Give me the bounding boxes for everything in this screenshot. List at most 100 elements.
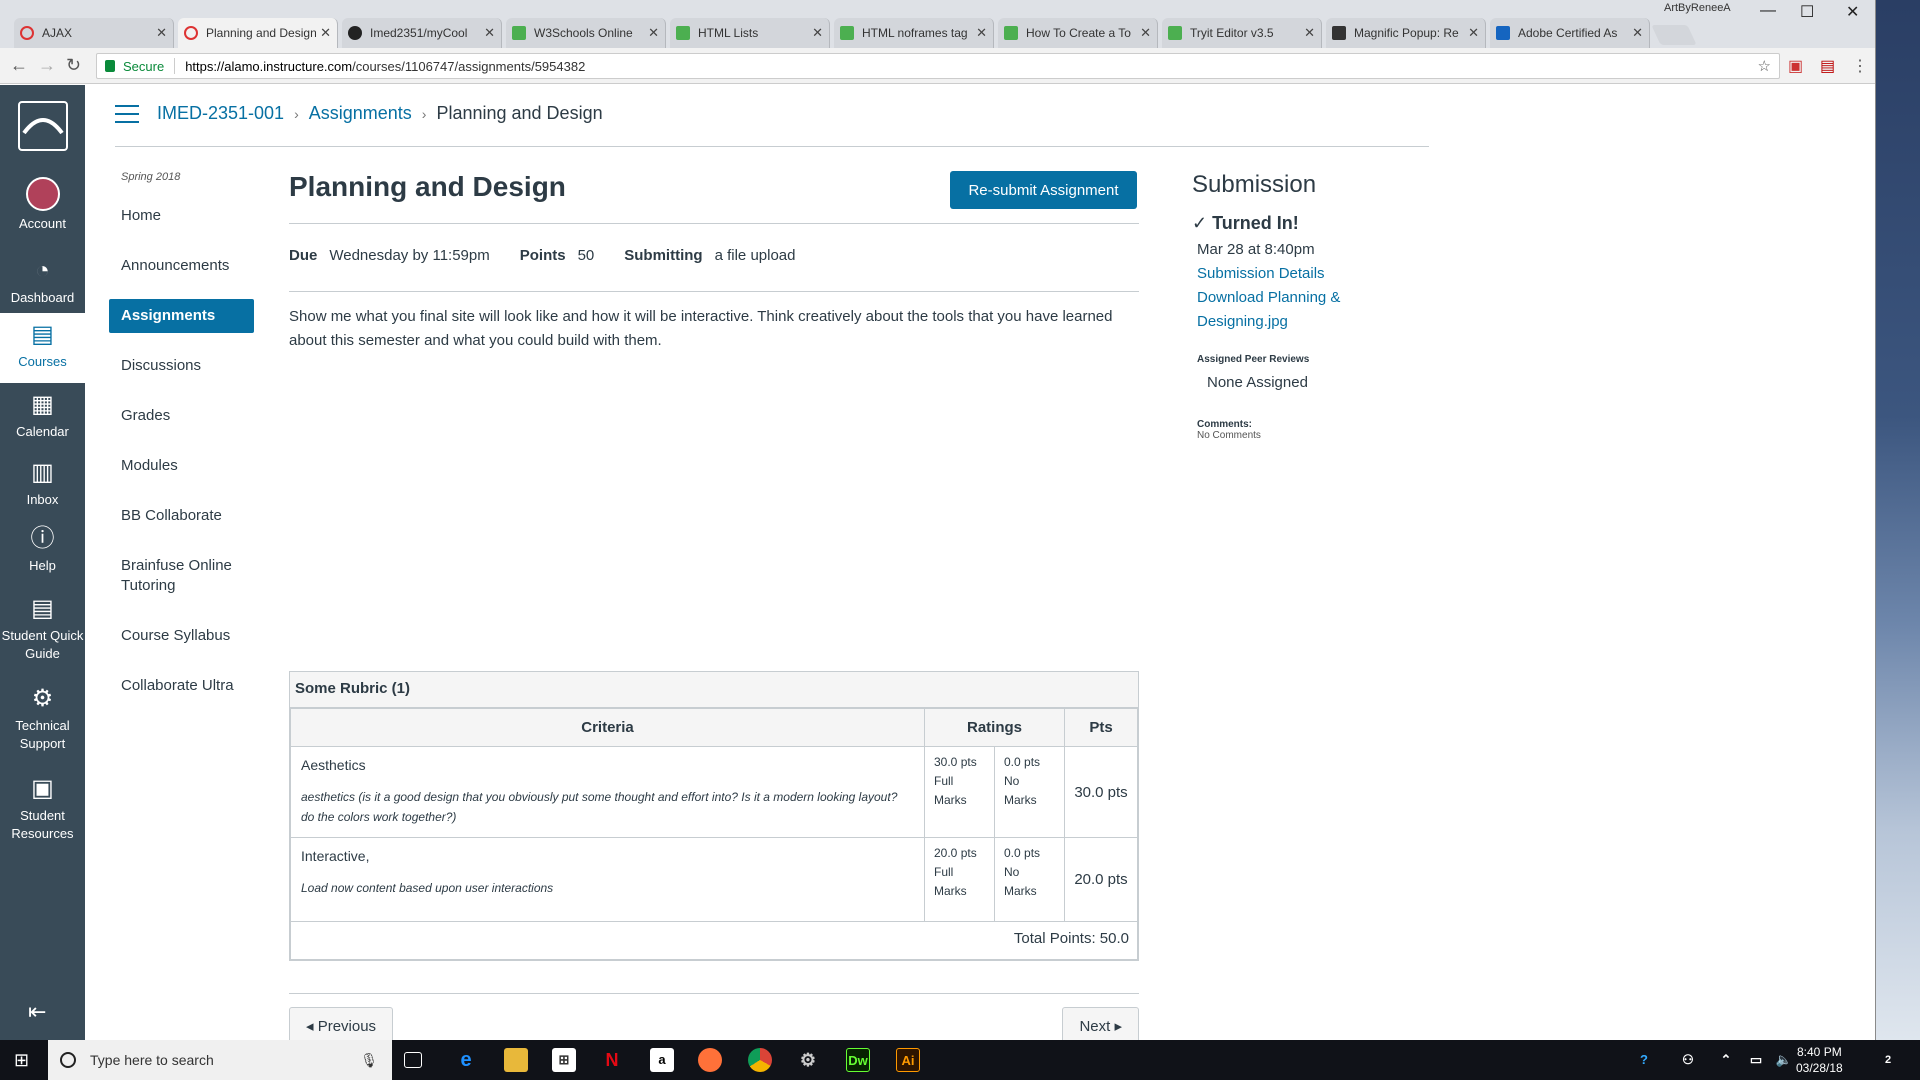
course-nav-bb-collaborate[interactable]: BB Collaborate <box>109 499 254 533</box>
close-tab-icon[interactable]: ✕ <box>976 25 987 41</box>
w3schools-icon <box>1004 26 1018 40</box>
course-nav-collaborate-ultra[interactable]: Collaborate Ultra <box>109 669 254 703</box>
close-tab-icon[interactable]: ✕ <box>812 25 823 41</box>
nav-technical-support[interactable]: ⚙ Technical Support <box>0 685 85 753</box>
forward-icon[interactable]: → <box>38 55 56 76</box>
course-nav-brainfuse[interactable]: Brainfuse Online Tutoring <box>109 549 254 603</box>
browser-tab[interactable]: Imed2351/myCool ✕ <box>342 18 502 48</box>
menu-kebab-icon[interactable]: ⋮ <box>1852 56 1868 76</box>
profile-name[interactable]: ArtByReneeA <box>1664 2 1731 14</box>
new-tab-button[interactable] <box>1651 25 1697 45</box>
battery-icon[interactable]: ▭ <box>1744 1048 1768 1072</box>
next-button[interactable]: Next ▸ <box>1062 1007 1139 1040</box>
comments-value: No Comments <box>1197 430 1261 441</box>
cortana-icon <box>60 1052 76 1068</box>
pdf-extension-icon[interactable]: ▤ <box>1820 56 1835 76</box>
close-tab-icon[interactable]: ✕ <box>1468 25 1479 41</box>
nav-calendar[interactable]: ▦ Calendar <box>0 391 85 441</box>
help-tray-icon[interactable]: ? <box>1632 1048 1656 1072</box>
notifications-icon[interactable]: 2 <box>1876 1048 1900 1072</box>
browser-tab[interactable]: W3Schools Online ✕ <box>506 18 666 48</box>
tab-favicon-icon <box>184 26 198 40</box>
edge-icon[interactable]: e <box>454 1048 478 1072</box>
bookmark-star-icon[interactable]: ☆ <box>1758 57 1771 75</box>
w3schools-icon <box>840 26 854 40</box>
browser-tab[interactable]: HTML noframes tag ✕ <box>834 18 994 48</box>
firefox-icon[interactable] <box>698 1048 722 1072</box>
app-icon[interactable]: ⚙ <box>796 1048 820 1072</box>
nav-student-quick-guide[interactable]: ▤ Student Quick Guide <box>0 595 85 663</box>
netflix-icon[interactable]: N <box>600 1048 624 1072</box>
github-icon <box>348 26 362 40</box>
task-view-icon[interactable] <box>404 1052 422 1068</box>
download-link[interactable]: Download Planning & Designing.jpg <box>1197 286 1367 334</box>
course-nav-syllabus[interactable]: Course Syllabus <box>109 619 254 653</box>
course-nav-discussions[interactable]: Discussions <box>109 349 254 383</box>
hamburger-menu-icon[interactable] <box>115 104 139 123</box>
course-nav-announcements[interactable]: Announcements <box>109 249 254 283</box>
file-explorer-icon[interactable] <box>504 1048 528 1072</box>
table-row: Aesthetics aesthetics (is it a good desig… <box>290 746 1138 838</box>
course-nav-home[interactable]: Home <box>109 199 254 233</box>
course-nav-assignments[interactable]: Assignments <box>109 299 254 333</box>
nav-account[interactable]: Account <box>0 177 85 233</box>
check-icon: ✓ <box>1192 213 1213 233</box>
rubric-total: Total Points: 50.0 <box>290 921 1138 960</box>
course-nav-grades[interactable]: Grades <box>109 399 254 433</box>
volume-muted-icon[interactable]: 🔈 <box>1772 1048 1796 1072</box>
course-nav-modules[interactable]: Modules <box>109 449 254 483</box>
windows-start-icon[interactable]: ⊞ <box>14 1050 29 1071</box>
tray-chevron-icon[interactable]: ⌃ <box>1714 1048 1738 1072</box>
close-tab-icon[interactable]: ✕ <box>484 25 495 41</box>
collapse-nav-icon[interactable]: ⇤ <box>28 999 46 1025</box>
address-bar[interactable]: Secure https://alamo.instructure.com/cou… <box>96 53 1780 79</box>
breadcrumb-course[interactable]: IMED-2351-001 <box>157 103 284 124</box>
canvas-logo-icon[interactable] <box>18 101 68 151</box>
illustrator-icon[interactable]: Ai <box>896 1048 920 1072</box>
chevron-right-icon: › <box>294 105 299 122</box>
browser-tab-active[interactable]: Planning and Design ✕ <box>178 18 338 48</box>
close-tab-icon[interactable]: ✕ <box>1304 25 1315 41</box>
taskbar-clock[interactable]: 8:40 PM 03/28/18 <box>1796 1044 1843 1076</box>
people-icon[interactable]: ⚇ <box>1676 1048 1700 1072</box>
browser-tab[interactable]: Tryit Editor v3.5 ✕ <box>1162 18 1322 48</box>
submission-sidebar: Submission ✓ Turned In! Mar 28 at 8:40pm… <box>1192 171 1432 441</box>
close-tab-icon[interactable]: ✕ <box>320 25 331 41</box>
reload-icon[interactable]: ↻ <box>66 55 81 76</box>
previous-button[interactable]: ◂ Previous <box>289 1007 394 1040</box>
rubric-header-pts: Pts <box>1064 708 1138 747</box>
extension-icon[interactable]: ▣ <box>1788 56 1803 76</box>
browser-tab[interactable]: HTML Lists ✕ <box>670 18 830 48</box>
nav-help[interactable]: ⓘ Help <box>0 525 85 575</box>
taskbar-search[interactable]: Type here to search 🎙 <box>48 1040 392 1080</box>
close-tab-icon[interactable]: ✕ <box>648 25 659 41</box>
nav-dashboard[interactable]: ◔ Dashboard <box>0 257 85 307</box>
back-icon[interactable]: ← <box>10 55 28 76</box>
resubmit-button[interactable]: Re-submit Assignment <box>950 171 1137 209</box>
chrome-icon[interactable] <box>748 1048 772 1072</box>
windows-taskbar: ⊞ Type here to search 🎙 e ⊞ N a ⚙ Dw Ai ?… <box>0 1040 1920 1080</box>
close-window-icon[interactable]: ✕ <box>1846 2 1859 22</box>
amazon-icon[interactable]: a <box>650 1048 674 1072</box>
browser-tab[interactable]: Adobe Certified As ✕ <box>1490 18 1650 48</box>
nav-courses[interactable]: ▤ Courses <box>0 313 85 383</box>
microphone-icon[interactable]: 🎙 <box>360 1052 378 1069</box>
submission-status: ✓ Turned In! <box>1192 213 1299 233</box>
close-tab-icon[interactable]: ✕ <box>156 25 167 41</box>
store-icon[interactable]: ⊞ <box>552 1048 576 1072</box>
browser-tab[interactable]: Magnific Popup: Re ✕ <box>1326 18 1486 48</box>
global-navigation: Account ◔ Dashboard ▤ Courses ▦ Calendar ▥ I… <box>0 85 85 1040</box>
rubric-header-criteria: Criteria <box>290 708 925 747</box>
dreamweaver-icon[interactable]: Dw <box>846 1048 870 1072</box>
close-tab-icon[interactable]: ✕ <box>1140 25 1151 41</box>
submission-details-link[interactable]: Submission Details <box>1197 262 1432 286</box>
nav-student-resources[interactable]: ▣ Student Resources <box>0 775 85 843</box>
minimize-icon[interactable]: — <box>1760 2 1776 20</box>
browser-tab[interactable]: AJAX ✕ <box>14 18 174 48</box>
close-tab-icon[interactable]: ✕ <box>1632 25 1643 41</box>
w3schools-icon <box>512 26 526 40</box>
nav-inbox[interactable]: ▥ Inbox <box>0 459 85 509</box>
browser-tab[interactable]: How To Create a To ✕ <box>998 18 1158 48</box>
maximize-icon[interactable]: ☐ <box>1800 2 1814 22</box>
breadcrumb-assignments[interactable]: Assignments <box>309 103 412 124</box>
